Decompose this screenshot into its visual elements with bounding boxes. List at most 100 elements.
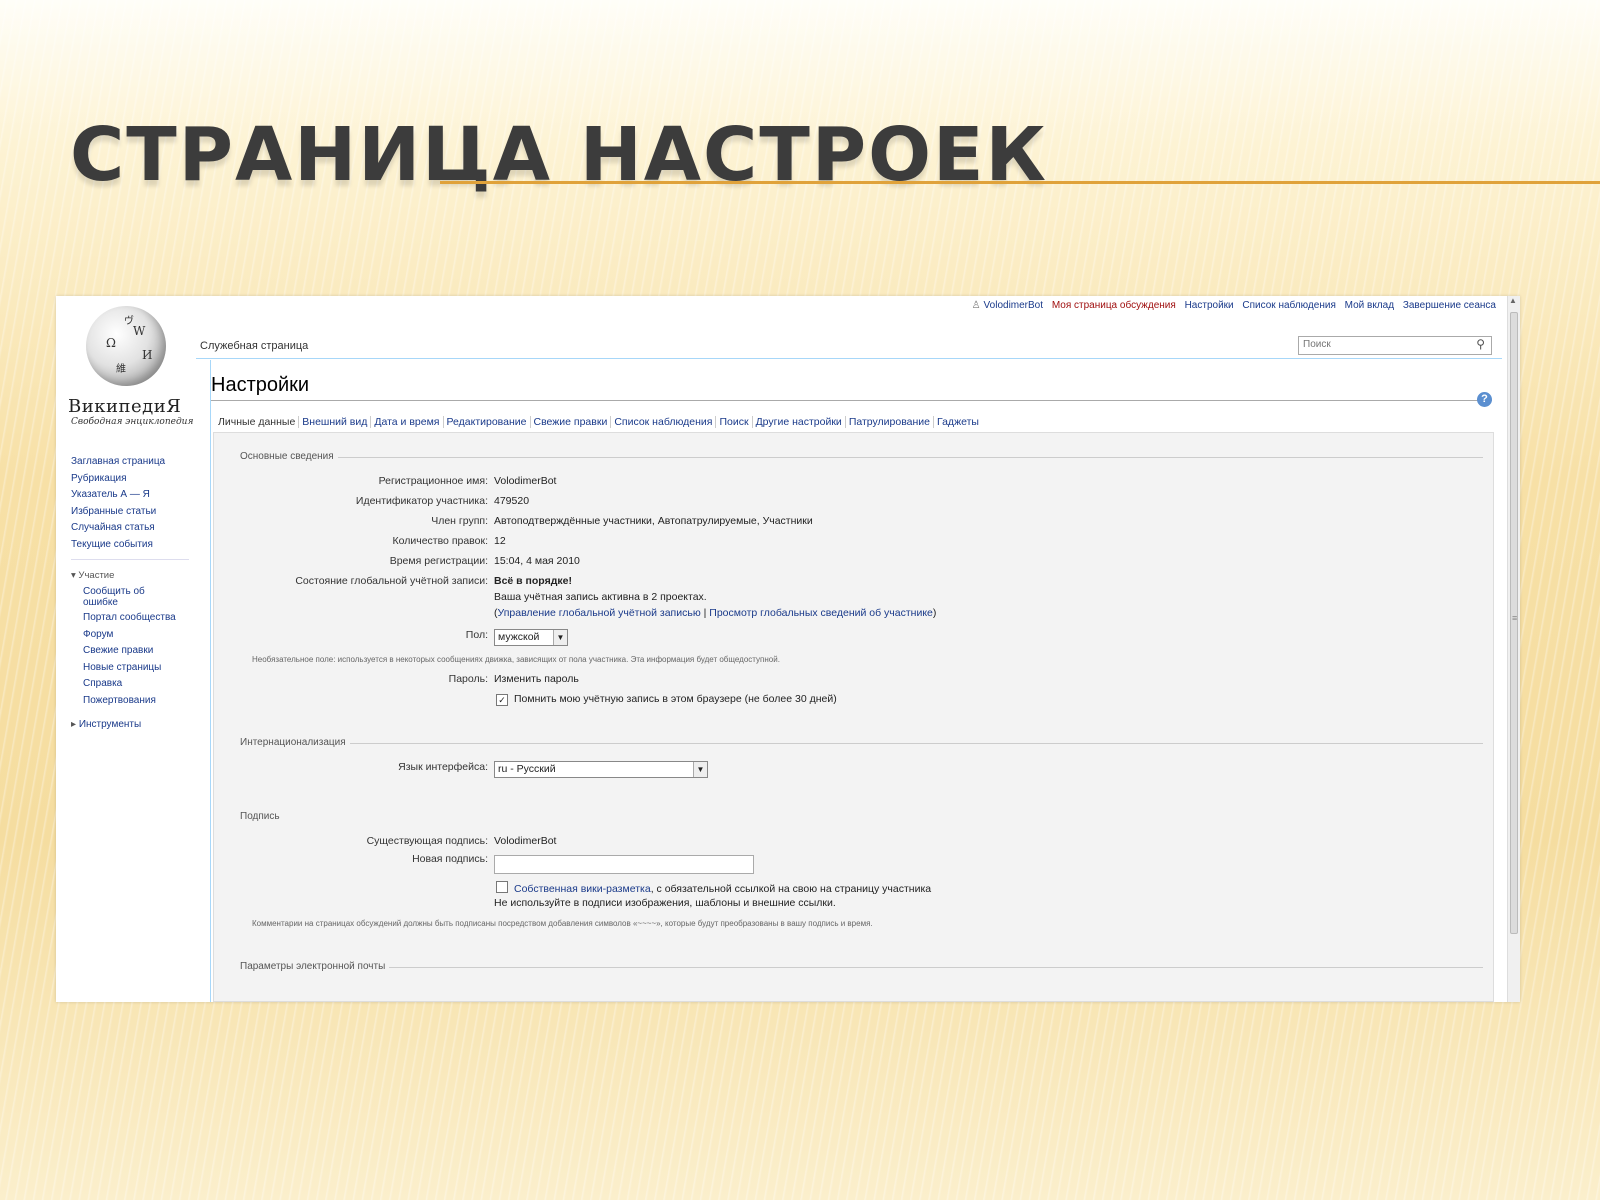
expand-triangle-icon: ▸: [71, 719, 79, 730]
title-underline: [440, 181, 1600, 184]
special-page-tab[interactable]: Служебная страница: [200, 340, 308, 352]
wikipedia-tagline: Свободная энциклопедия: [71, 417, 194, 427]
raw-signature-option: Собственная вики-разметка, с обязательно…: [496, 881, 931, 895]
global-account-status: Всё в порядке!: [494, 575, 572, 587]
vertical-scrollbar[interactable]: ▲ ≡: [1507, 296, 1520, 1002]
personal-contributions-link[interactable]: Мой вклад: [1345, 300, 1394, 311]
row-user-id: Идентификатор участника: 479520: [214, 495, 1414, 513]
nav-participation-heading-label: Участие: [78, 570, 115, 581]
nav-new-pages[interactable]: Новые страницы: [71, 660, 189, 677]
row-new-signature: Новая подпись:: [214, 853, 1414, 874]
gender-select[interactable]: мужской ▼: [494, 629, 568, 646]
row-registration-time: Время регистрации: 15:04, 4 мая 2010: [214, 555, 1414, 573]
tab-divider: [196, 358, 1502, 359]
nav-categories[interactable]: Рубрикация: [71, 471, 189, 488]
row-groups: Член групп: Автоподтверждённые участники…: [214, 515, 1414, 533]
tab-appearance[interactable]: Внешний вид: [299, 416, 372, 428]
nav-separator: [71, 559, 189, 560]
groups-links[interactable]: Автоподтверждённые участники, Автопатрул…: [494, 515, 813, 527]
fieldset-basic-legend-text: Основные сведения: [224, 451, 338, 462]
row-language: Язык интерфейса: ru - Русский ▼: [214, 761, 1414, 779]
personal-preferences-link[interactable]: Настройки: [1185, 300, 1234, 311]
globe-glyph-omega: Ω: [106, 336, 116, 350]
nav-help[interactable]: Справка: [71, 676, 189, 693]
fieldset-signature-legend: Подпись: [214, 811, 1414, 829]
globe-glyph-i: И: [142, 348, 153, 362]
tab-editing[interactable]: Редактирование: [443, 416, 531, 428]
tab-personal[interactable]: Личные данные: [215, 416, 300, 428]
fieldset-email-legend: Параметры электронной почты: [224, 961, 1483, 973]
global-manage-link[interactable]: Управление глобальной учётной записью: [498, 607, 701, 619]
user-id-value: 479520: [494, 495, 530, 507]
content-frame: ♙ VolodimerBot Моя страница обсуждения На…: [196, 296, 1520, 1002]
preferences-tabs: Личные данные Внешний вид Дата и время Реда…: [215, 416, 982, 428]
row-edit-count: Количество правок: 12: [214, 535, 1414, 553]
personal-talk-link[interactable]: Моя страница обсуждения: [1052, 300, 1176, 311]
sidebar: W Ω И ヴ 維 ВикипедиЯ Свободная энциклопед…: [56, 296, 196, 1002]
nav-tools[interactable]: ▸ Инструменты: [71, 719, 189, 730]
raw-signature-link[interactable]: Собственная вики-разметка: [514, 883, 651, 895]
nav-recent-changes[interactable]: Свежие правки: [71, 643, 189, 660]
nav-report-error[interactable]: Сообщить об ошибке: [71, 584, 163, 610]
tab-patrol[interactable]: Патрулирование: [845, 416, 934, 428]
search-input[interactable]: [1299, 337, 1477, 352]
nav-main-page[interactable]: Заглавная страница: [71, 454, 189, 471]
chevron-down-icon: ▼: [553, 630, 567, 645]
personal-user-link[interactable]: VolodimerBot: [984, 300, 1043, 311]
raw-signature-checkbox[interactable]: [496, 881, 508, 893]
globe-glyph-w: W: [133, 324, 146, 338]
raw-signature-note: Не используйте в подписи изображения, ша…: [494, 897, 836, 909]
tab-gadgets[interactable]: Гаджеты: [934, 416, 982, 428]
remember-checkbox[interactable]: ✓: [496, 694, 508, 706]
language-select-value: ru - Русский: [498, 763, 556, 775]
personal-tools-bar: ♙ VolodimerBot Моя страница обсуждения На…: [966, 300, 1496, 311]
nav-participation-heading[interactable]: ▾ Участие: [71, 568, 189, 584]
gender-select-value: мужской: [498, 631, 540, 643]
gender-field: мужской ▼: [494, 629, 568, 646]
fieldset-i18n-legend-text: Интернационализация: [224, 737, 350, 748]
search-icon[interactable]: ⚲: [1476, 337, 1485, 351]
tab-watchlist[interactable]: Список наблюдения: [611, 416, 717, 428]
tab-recent-changes[interactable]: Свежие правки: [530, 416, 612, 428]
global-view-link[interactable]: Просмотр глобальных сведений об участник…: [709, 607, 933, 619]
tab-search[interactable]: Поиск: [716, 416, 753, 428]
global-links-separator: |: [703, 607, 707, 619]
password-label: Пароль:: [448, 673, 488, 685]
new-signature-input[interactable]: [494, 855, 754, 874]
change-password-link[interactable]: Изменить пароль: [494, 673, 579, 685]
nav-forum[interactable]: Форум: [71, 627, 189, 644]
personal-logout-link[interactable]: Завершение сеанса: [1403, 300, 1496, 311]
remember-option: ✓ Помнить мою учётную запись в этом брауз…: [496, 693, 837, 706]
user-id-label: Идентификатор участника:: [355, 495, 488, 507]
tab-misc[interactable]: Другие настройки: [752, 416, 846, 428]
sidebar-nav: Заглавная страница Рубрикация Указатель …: [71, 454, 189, 730]
page-title-rule: [211, 400, 1492, 401]
existing-signature-value[interactable]: VolodimerBot: [494, 835, 556, 847]
nav-index[interactable]: Указатель А — Я: [71, 487, 189, 504]
chevron-down-icon: ▼: [693, 762, 707, 777]
scrollbar-thumb[interactable]: ≡: [1510, 312, 1518, 934]
help-icon[interactable]: ?: [1477, 392, 1492, 407]
preferences-pane: Основные сведения Регистрационное имя: V…: [213, 432, 1494, 1002]
row-raw-signature-note: Не используйте в подписи изображения, ша…: [214, 897, 1414, 915]
nav-community-portal[interactable]: Портал сообщества: [71, 610, 189, 627]
wikipedia-globe-logo[interactable]: W Ω И ヴ 維: [86, 306, 166, 386]
nav-donate[interactable]: Пожертвования: [71, 693, 189, 710]
global-account-label: Состояние глобальной учётной записи:: [295, 575, 488, 587]
edit-count-label: Количество правок:: [392, 535, 488, 547]
wiki-screenshot: W Ω И ヴ 維 ВикипедиЯ Свободная энциклопед…: [56, 296, 1520, 1002]
wikipedia-wordmark: ВикипедиЯ: [68, 396, 182, 417]
language-select[interactable]: ru - Русский ▼: [494, 761, 708, 778]
groups-label: Член групп:: [431, 515, 488, 527]
nav-random[interactable]: Случайная статья: [71, 520, 189, 537]
nav-featured[interactable]: Избранные статьи: [71, 504, 189, 521]
language-label: Язык интерфейса:: [398, 761, 488, 773]
user-icon: ♙: [971, 300, 981, 311]
tab-datetime[interactable]: Дата и время: [371, 416, 444, 428]
fieldset-i18n-legend: Интернационализация: [224, 737, 1483, 749]
signature-comment-note: Комментарии на страницах обсуждений долж…: [252, 919, 873, 928]
globe-glyph-wei: 維: [116, 364, 126, 375]
personal-watchlist-link[interactable]: Список наблюдения: [1242, 300, 1335, 311]
scroll-up-arrow-icon[interactable]: ▲: [1509, 296, 1517, 305]
nav-current-events[interactable]: Текущие события: [71, 537, 189, 554]
